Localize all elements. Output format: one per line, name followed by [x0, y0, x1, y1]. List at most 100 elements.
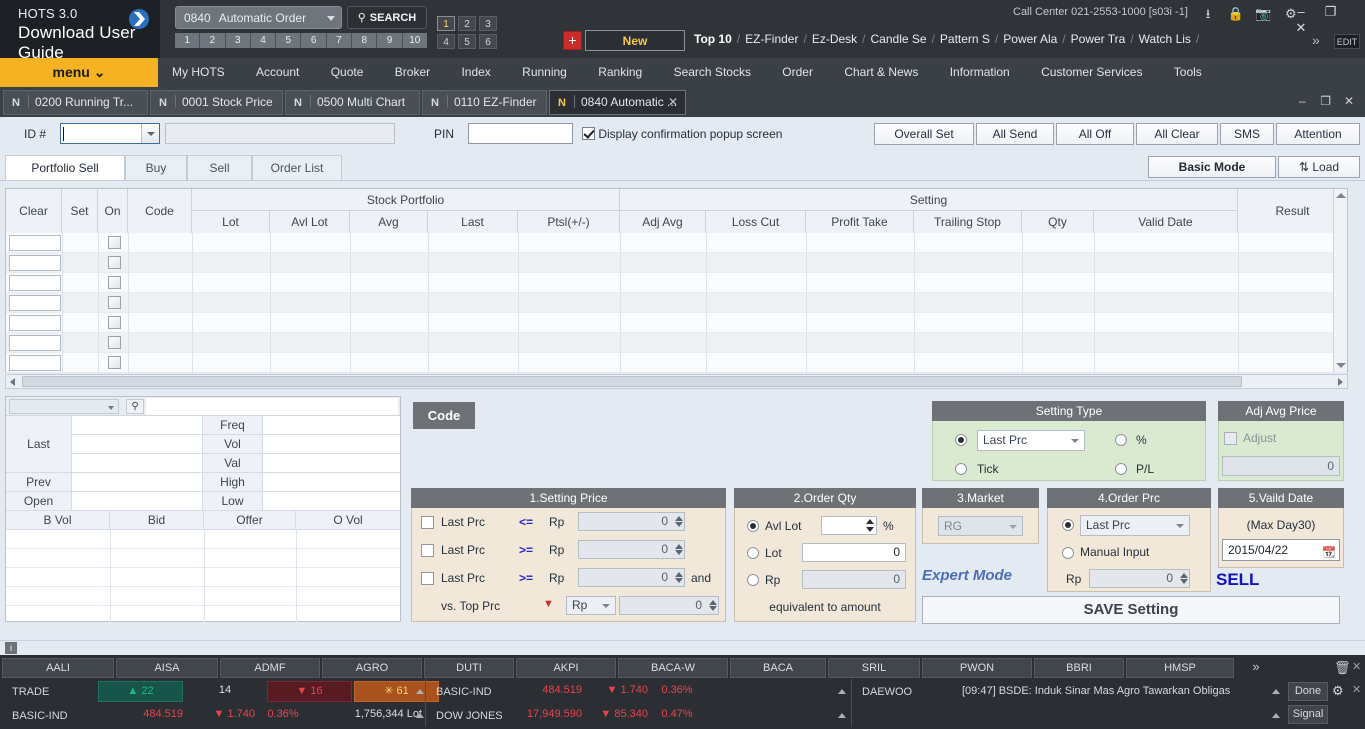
- menu-item-chart-news[interactable]: Chart & News: [830, 58, 932, 87]
- code-button[interactable]: Code: [413, 402, 475, 429]
- search-icon[interactable]: ⚲: [126, 399, 144, 414]
- ticker-cell-plain[interactable]: 14: [185, 681, 265, 702]
- triangle-down-icon[interactable]: ▼: [543, 598, 554, 610]
- ticker-code-admf[interactable]: ADMF: [220, 658, 320, 678]
- tab-sell[interactable]: Sell: [187, 155, 252, 181]
- all-send-button[interactable]: All Send: [976, 123, 1054, 145]
- col-lot[interactable]: Lot: [192, 211, 270, 233]
- table-row[interactable]: [6, 353, 1347, 373]
- menu-item-customer-services[interactable]: Customer Services: [1027, 58, 1156, 87]
- clear-cell[interactable]: [9, 335, 61, 351]
- order-prc-rp-input[interactable]: 0: [1089, 569, 1190, 588]
- number-strip-item[interactable]: 3: [225, 33, 251, 48]
- setting-price-input-2[interactable]: 0: [578, 540, 685, 559]
- bid-offer-row[interactable]: [6, 606, 400, 625]
- menu-item-account[interactable]: Account: [242, 58, 313, 87]
- col-code[interactable]: Code: [128, 189, 192, 233]
- setting-type-radio-percent[interactable]: [1115, 434, 1127, 446]
- menu-item-broker[interactable]: Broker: [381, 58, 444, 87]
- ticker-code-duti[interactable]: DUTI: [424, 658, 514, 678]
- menu-dropdown-button[interactable]: menu ⌄: [0, 58, 158, 87]
- number-strip-item[interactable]: 7: [326, 33, 353, 48]
- clear-cell[interactable]: [9, 275, 61, 291]
- info-icon[interactable]: i: [5, 642, 17, 654]
- ticker-code-pwon[interactable]: PWON: [922, 658, 1032, 678]
- quick-link-watch-list[interactable]: Watch Lis: [1139, 32, 1191, 46]
- ticker-code-baca[interactable]: BACA: [730, 658, 826, 678]
- restore-icon[interactable]: ❐: [1316, 94, 1336, 108]
- ticker-scroll-up-icon[interactable]: [416, 689, 424, 694]
- add-link-button[interactable]: +: [563, 31, 582, 50]
- window-tab-automatic-order[interactable]: N 0840 Automatic ... ✕: [549, 90, 686, 115]
- tab-buy[interactable]: Buy: [125, 155, 187, 181]
- setting-type-radio-pl[interactable]: [1115, 463, 1127, 475]
- order-qty-avl-lot-input[interactable]: [821, 516, 877, 535]
- clear-cell[interactable]: [9, 255, 61, 271]
- close-icon[interactable]: ✕: [1352, 660, 1361, 673]
- table-row[interactable]: [6, 333, 1347, 353]
- number-strip-item[interactable]: 10: [402, 33, 427, 48]
- new-button[interactable]: New: [585, 30, 685, 51]
- quick-link-ezfinder[interactable]: EZ-Finder: [745, 32, 798, 46]
- col-loss-cut[interactable]: Loss Cut: [706, 211, 806, 233]
- row-on-checkbox[interactable]: [108, 316, 121, 329]
- table-row[interactable]: [6, 313, 1347, 333]
- ticker-cell-special[interactable]: ✳ 61: [354, 681, 439, 702]
- tab-order-list[interactable]: Order List: [252, 155, 342, 181]
- all-clear-button[interactable]: All Clear: [1136, 123, 1218, 145]
- minimize-icon[interactable]: –: [1288, 4, 1314, 19]
- col-profit-take[interactable]: Profit Take: [806, 211, 914, 233]
- news-scroll-up-icon-2[interactable]: [1272, 713, 1280, 718]
- number-strip-item[interactable]: 1: [175, 33, 201, 48]
- setting-type-radio-tick[interactable]: [955, 463, 967, 475]
- clear-cell[interactable]: [9, 295, 61, 311]
- scrollbar-thumb[interactable]: [22, 376, 1242, 387]
- bid-offer-row[interactable]: [6, 549, 400, 568]
- order-qty-radio-rp[interactable]: [747, 574, 759, 586]
- vs-top-price-input[interactable]: 0: [619, 596, 719, 615]
- number-strip-item[interactable]: 6: [301, 33, 327, 48]
- quote-symbol-combo[interactable]: [9, 399, 119, 414]
- trash-icon[interactable]: 🗑: [1334, 660, 1351, 676]
- ticker-cell-down[interactable]: ▼ 16: [267, 681, 352, 702]
- ticker-code-sril[interactable]: SRIL: [828, 658, 920, 678]
- bid-offer-row[interactable]: [6, 568, 400, 587]
- menu-item-my-hots[interactable]: My HOTS: [158, 58, 239, 87]
- grid-horizontal-scrollbar[interactable]: [5, 374, 1348, 389]
- download-icon[interactable]: ⭳: [1196, 5, 1220, 27]
- camera-icon[interactable]: 📷: [1251, 6, 1275, 22]
- window-tab-stock-price[interactable]: N 0001 Stock Price: [150, 90, 283, 115]
- col-qty[interactable]: Qty: [1022, 211, 1094, 233]
- quick-link-candle[interactable]: Candle Se: [871, 32, 927, 46]
- ticker-code-aali[interactable]: AALI: [2, 658, 114, 678]
- basic-mode-button[interactable]: Basic Mode: [1148, 156, 1276, 178]
- save-setting-button[interactable]: SAVE Setting: [922, 596, 1340, 624]
- ticker-code-bbri[interactable]: BBRI: [1034, 658, 1124, 678]
- ticker-code-aisa[interactable]: AISA: [116, 658, 218, 678]
- tab-portfolio-sell[interactable]: Portfolio Sell: [5, 155, 125, 181]
- quick-link-power-ala[interactable]: Power Ala: [1003, 32, 1057, 46]
- page-button-3[interactable]: 3: [479, 16, 497, 31]
- col-avl-lot[interactable]: Avl Lot: [270, 211, 350, 233]
- clear-cell[interactable]: [9, 235, 61, 251]
- row-on-checkbox[interactable]: [108, 336, 121, 349]
- col-on[interactable]: On: [98, 189, 128, 233]
- col-avg[interactable]: Avg: [350, 211, 428, 233]
- number-strip-item[interactable]: 4: [250, 33, 277, 48]
- col-clear[interactable]: Clear: [6, 189, 62, 233]
- quick-link-pattern[interactable]: Pattern S: [940, 32, 990, 46]
- number-strip-item[interactable]: 9: [377, 33, 403, 48]
- window-tab-ez-finder[interactable]: N 0110 EZ-Finder: [422, 90, 547, 115]
- clear-cell[interactable]: [9, 355, 61, 371]
- order-qty-radio-lot[interactable]: [747, 547, 759, 559]
- setting-type-combo[interactable]: Last Prc: [977, 430, 1085, 451]
- page-button-2[interactable]: 2: [458, 16, 476, 31]
- restore-icon[interactable]: ❐: [1318, 4, 1344, 20]
- news-scroll-up-icon[interactable]: [1272, 689, 1280, 694]
- gear-icon[interactable]: ⚙: [1332, 683, 1344, 699]
- ticker-code-agro[interactable]: AGRO: [322, 658, 422, 678]
- pin-input[interactable]: [468, 123, 573, 144]
- menu-item-search-stocks[interactable]: Search Stocks: [660, 58, 765, 87]
- menu-item-index[interactable]: Index: [447, 58, 504, 87]
- order-prc-radio-last[interactable]: [1062, 519, 1074, 531]
